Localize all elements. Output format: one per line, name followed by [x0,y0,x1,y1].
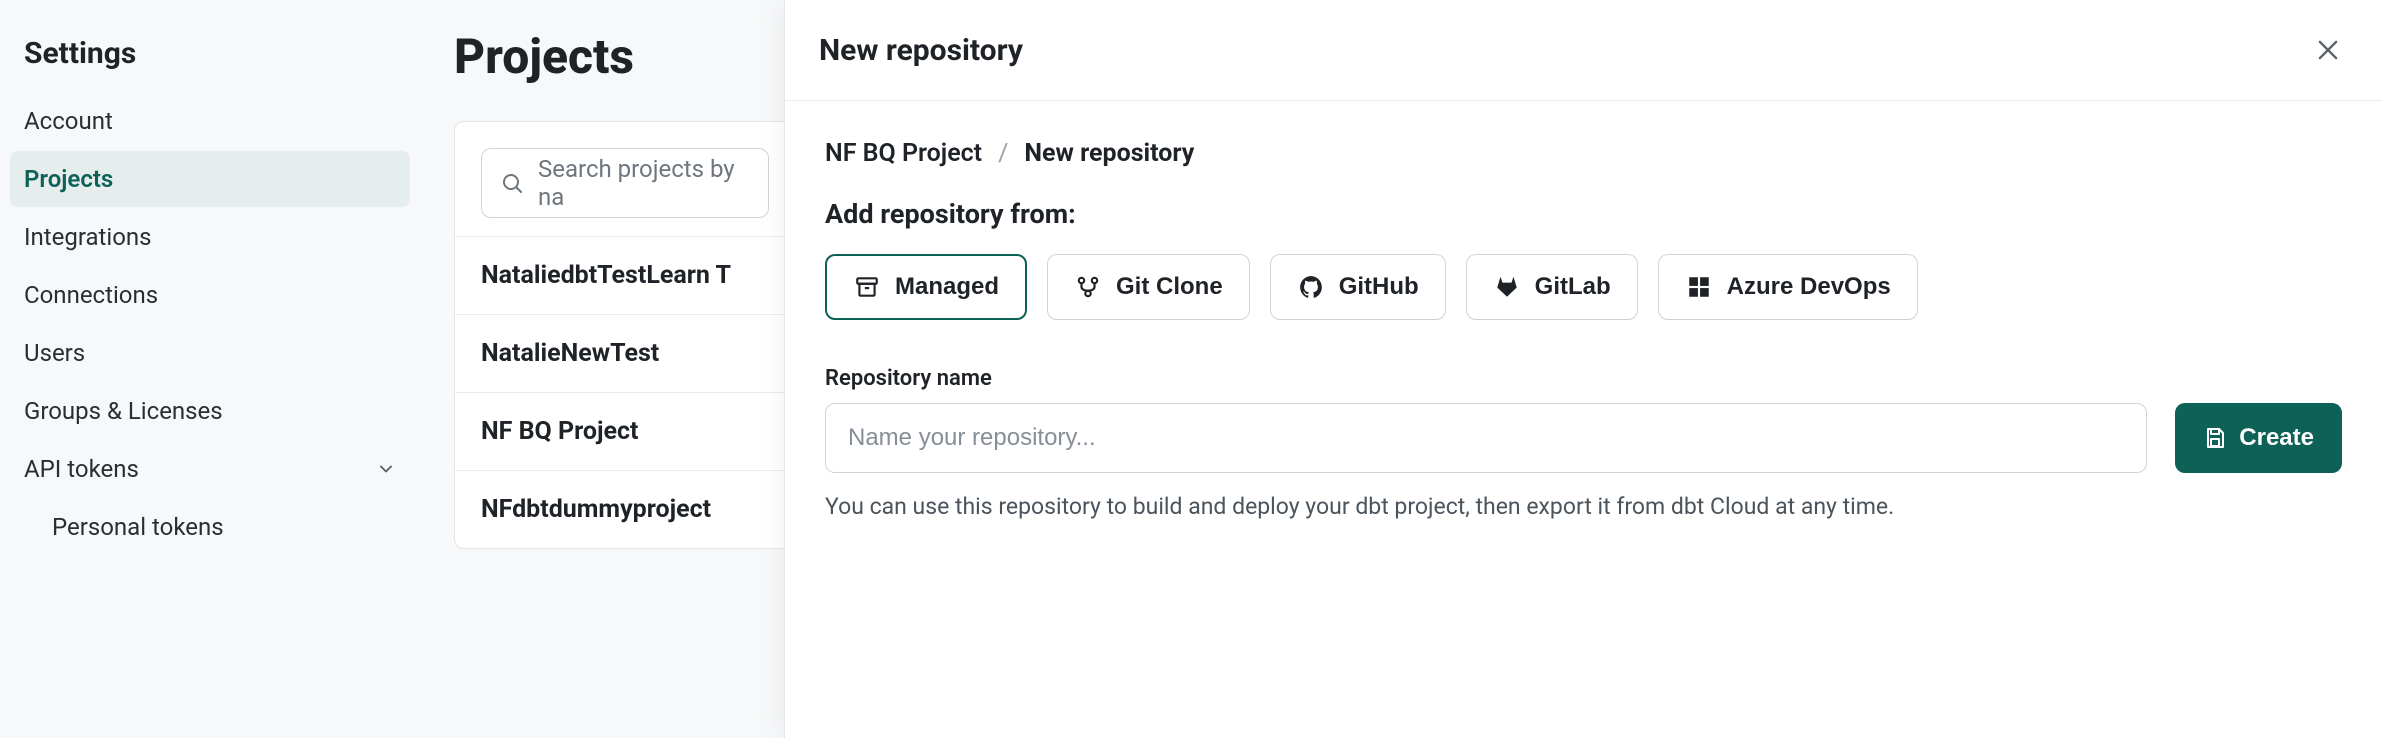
source-git-clone-button[interactable]: Git Clone [1047,254,1250,320]
sidebar-item-api-tokens[interactable]: API tokens [10,441,410,497]
sidebar-item-integrations[interactable]: Integrations [10,209,410,265]
close-button[interactable] [2308,30,2348,70]
project-name: NF BQ Project [481,417,638,446]
breadcrumb-root[interactable]: NF BQ Project [825,139,982,168]
repo-name-input[interactable] [825,403,2147,473]
sidebar-item-projects[interactable]: Projects [10,151,410,207]
breadcrumb-separator: / [998,139,1008,168]
source-label: GitLab [1535,273,1611,301]
project-name: NatalieNewTest [481,339,659,368]
search-icon [500,171,524,195]
sidebar-item-account[interactable]: Account [10,93,410,149]
breadcrumb: NF BQ Project / New repository [825,139,2342,168]
add-repo-from-heading: Add repository from: [825,198,2342,230]
source-label: Azure DevOps [1727,273,1891,301]
sidebar-title: Settings [10,28,410,93]
sidebar-item-label: API tokens [24,455,139,483]
source-label: Git Clone [1116,273,1223,301]
archive-icon [853,273,881,301]
sidebar-item-users[interactable]: Users [10,325,410,381]
sidebar-item-groups-licenses[interactable]: Groups & Licenses [10,383,410,439]
save-icon [2203,426,2227,450]
drawer-body: NF BQ Project / New repository Add repos… [785,101,2382,558]
repo-name-label: Repository name [825,366,2342,391]
project-name: NataliedbtTestLearn T [481,261,731,290]
new-repository-drawer: New repository NF BQ Project / New repos… [784,0,2382,738]
drawer-title: New repository [819,33,1023,68]
close-icon [2314,36,2342,64]
sidebar-item-label: Users [24,339,85,367]
source-label: GitHub [1339,273,1419,301]
source-github-button[interactable]: GitHub [1270,254,1446,320]
create-button[interactable]: Create [2175,403,2342,473]
source-gitlab-button[interactable]: GitLab [1466,254,1638,320]
sidebar-item-connections[interactable]: Connections [10,267,410,323]
source-label: Managed [895,273,999,301]
search-placeholder: Search projects by na [538,155,750,211]
chevron-down-icon [376,459,396,479]
drawer-header: New repository [785,0,2382,101]
search-input[interactable]: Search projects by na [481,148,769,218]
sidebar-subitem-personal-tokens[interactable]: Personal tokens [10,499,410,555]
sidebar-item-label: Personal tokens [52,513,224,541]
gitlab-icon [1493,273,1521,301]
repository-source-row: Managed Git Clone GitHub GitLab [825,254,2342,320]
sidebar-item-label: Groups & Licenses [24,397,223,425]
sidebar-item-label: Projects [24,165,113,193]
sidebar-item-label: Connections [24,281,158,309]
azure-devops-icon [1685,273,1713,301]
sidebar-item-label: Account [24,107,113,135]
source-managed-button[interactable]: Managed [825,254,1027,320]
source-azure-devops-button[interactable]: Azure DevOps [1658,254,1918,320]
help-text: You can use this repository to build and… [825,493,2342,520]
breadcrumb-current: New repository [1024,139,1194,168]
create-label: Create [2239,424,2314,452]
git-branch-icon [1074,273,1102,301]
github-icon [1297,273,1325,301]
project-name: NFdbtdummyproject [481,495,711,524]
sidebar-item-label: Integrations [24,223,152,251]
settings-sidebar: Settings Account Projects Integrations C… [0,0,420,583]
repo-name-row: Create [825,403,2342,473]
